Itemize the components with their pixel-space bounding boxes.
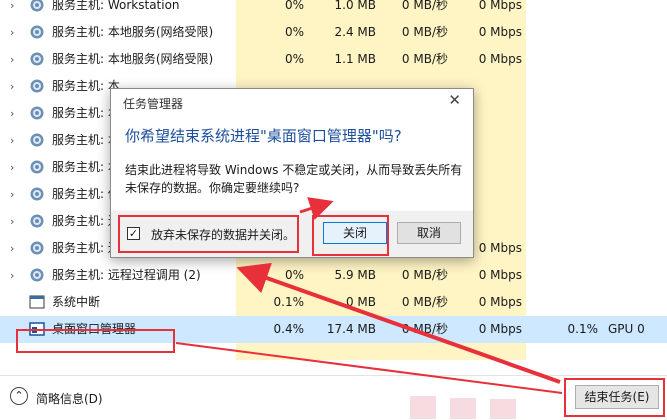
gpu-engine-cell — [608, 100, 667, 127]
disk-cell: 0 MB/秒 — [401, 0, 448, 12]
gpu-engine-cell — [608, 0, 667, 19]
dialog-message: 结束此进程将导致 Windows 不稳定或关闭，从而导致丢失所有未保存的数据。你… — [125, 163, 463, 195]
network-cell: 0 Mbps — [478, 295, 522, 309]
gear-icon — [29, 0, 45, 13]
cpu-cell: 0% — [284, 0, 304, 12]
gpu-cell — [530, 181, 598, 208]
chevron-right-icon[interactable]: › — [10, 262, 20, 289]
gpu-engine-cell — [608, 208, 667, 235]
chevron-right-icon[interactable]: › — [10, 235, 20, 262]
gpu-cell — [530, 19, 598, 46]
gear-icon — [29, 213, 45, 229]
gpu-cell — [530, 154, 598, 181]
watermark-tile — [410, 396, 436, 419]
table-row[interactable]: › 服务主机: 本地服务(网络受限) 0% 1.1 MB 0 MB/秒 0 Mbps — [0, 46, 667, 73]
chevron-right-icon[interactable]: › — [10, 127, 20, 154]
disk-cell: 0 MB/秒 — [401, 322, 448, 336]
gear-icon — [29, 186, 45, 202]
gpu-engine-cell — [608, 46, 667, 73]
gpu-cell — [530, 0, 598, 19]
gpu-engine-cell — [608, 262, 667, 289]
system-interrupt-icon — [29, 294, 45, 310]
chevron-right-icon[interactable]: › — [10, 73, 20, 100]
highlight-checkbox-box — [118, 215, 299, 253]
highlight-end-task-box — [564, 378, 665, 417]
chevron-right-icon[interactable]: › — [10, 19, 20, 46]
cpu-cell: 0% — [284, 268, 304, 282]
table-row[interactable]: 系统中断 0.1% 0 MB 0 MB/秒 0 Mbps — [0, 289, 667, 316]
gpu-cell — [530, 127, 598, 154]
watermark-tile — [490, 399, 516, 419]
gear-icon — [29, 159, 45, 175]
gpu-engine-cell — [608, 235, 667, 262]
process-name: 系统中断 — [52, 295, 101, 309]
gpu-cell — [530, 73, 598, 100]
network-cell: 0 Mbps — [478, 268, 522, 282]
watermark-tile — [450, 398, 476, 419]
gpu-cell — [530, 262, 598, 289]
process-name: 服务主机: 远程过程调用 (2) — [52, 268, 201, 282]
chevron-right-icon[interactable]: › — [10, 208, 20, 235]
gpu-cell — [530, 235, 598, 262]
gear-icon — [29, 24, 45, 40]
gpu-engine-cell — [608, 19, 667, 46]
disk-cell: 0 MB/秒 — [401, 25, 448, 39]
process-name: 服务主机: Workstation — [52, 0, 180, 12]
highlight-close-button-box — [312, 215, 389, 256]
gear-icon — [29, 267, 45, 283]
gpu-engine-cell: GPU 0 — [608, 322, 645, 336]
gpu-cell — [530, 46, 598, 73]
chevron-right-icon[interactable]: › — [10, 46, 20, 73]
table-row[interactable]: › 服务主机: 远程过程调用 (2) 0% 5.9 MB 0 MB/秒 0 Mbps — [0, 262, 667, 289]
network-cell: 0 Mbps — [478, 322, 522, 336]
gpu-engine-cell — [608, 181, 667, 208]
table-row[interactable]: › 服务主机: 本地服务(网络受限) 0% 2.4 MB 0 MB/秒 0 Mbps — [0, 19, 667, 46]
network-cell: 0 Mbps — [478, 25, 522, 39]
chevron-right-icon[interactable]: › — [10, 0, 20, 19]
gear-icon — [29, 78, 45, 94]
fewer-details-link[interactable]: 简略信息(D) — [36, 390, 103, 407]
memory-cell: 2.4 MB — [334, 25, 376, 39]
gpu-cell — [530, 100, 598, 127]
cpu-cell: 0.1% — [273, 295, 305, 309]
gear-icon — [29, 105, 45, 121]
chevron-right-icon[interactable]: › — [10, 181, 20, 208]
table-row[interactable]: › 服务主机: Workstation 0% 1.0 MB 0 MB/秒 0 Mbps — [0, 0, 667, 19]
chevron-right-icon[interactable]: › — [10, 100, 20, 127]
gpu-engine-cell — [608, 127, 667, 154]
memory-cell: 1.1 MB — [334, 52, 376, 66]
gpu-engine-cell — [608, 289, 667, 316]
gear-icon — [29, 51, 45, 67]
gpu-cell — [530, 289, 598, 316]
dialog-close-icon[interactable]: ✕ — [448, 91, 461, 109]
process-name: 服务主机: 本地服务(网络受限) — [52, 52, 214, 66]
gear-icon — [29, 240, 45, 256]
memory-cell: 5.9 MB — [334, 268, 376, 282]
highlight-process-box — [16, 329, 175, 353]
memory-cell: 17.4 MB — [326, 322, 376, 336]
memory-cell: 0 MB — [345, 295, 376, 309]
network-cell: 0 Mbps — [478, 52, 522, 66]
disk-cell: 0 MB/秒 — [401, 52, 448, 66]
gpu-engine-cell — [608, 154, 667, 181]
cpu-cell: 0% — [284, 25, 304, 39]
chevron-right-icon[interactable]: › — [10, 154, 20, 181]
cancel-button[interactable]: 取消 — [397, 222, 461, 244]
disk-cell: 0 MB/秒 — [401, 295, 448, 309]
gear-icon — [29, 132, 45, 148]
process-name: 服务主机: 本地服务(网络受限) — [52, 25, 214, 39]
memory-cell: 1.0 MB — [334, 0, 376, 12]
dialog-title: 任务管理器 — [123, 97, 184, 111]
disk-cell: 0 MB/秒 — [401, 268, 448, 282]
network-cell: 0 Mbps — [478, 0, 522, 12]
dialog-heading: 你希望结束系统进程"桌面窗口管理器"吗? — [125, 127, 402, 145]
gpu-cell: 0.1% — [567, 322, 599, 336]
gpu-cell — [530, 208, 598, 235]
gpu-engine-cell — [608, 73, 667, 100]
collapse-icon[interactable]: ⌃ — [10, 387, 28, 405]
cpu-cell: 0% — [284, 52, 304, 66]
cpu-cell: 0.4% — [273, 322, 305, 336]
